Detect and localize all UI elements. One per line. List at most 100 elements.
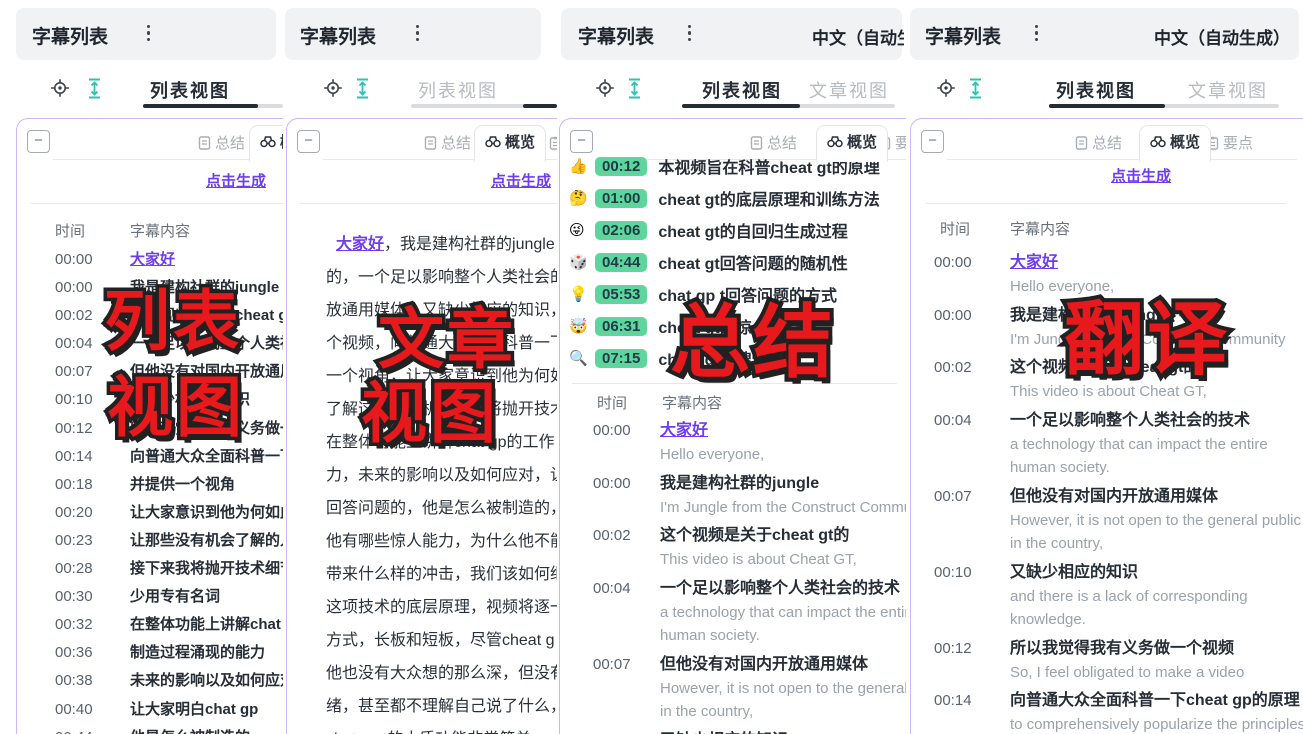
subtab-summary[interactable]: 总结 xyxy=(198,132,245,153)
tab-list-view[interactable]: 列表视图 xyxy=(418,77,498,103)
subtab-keypoints[interactable]: 要点 xyxy=(549,132,557,153)
transcript-line[interactable]: 大家好，我是建构社群的jungle xyxy=(326,228,557,261)
subtitle-row[interactable]: 00:00 大家好 xyxy=(0,246,283,274)
kebab-menu-icon[interactable] xyxy=(416,25,419,41)
subtitle-time: 00:04 xyxy=(934,408,986,480)
red-annotation-line: 视图 xyxy=(361,372,499,455)
subtitle-row[interactable]: 00:10 又缺少相应的知识 xyxy=(557,728,906,734)
subtab-overview[interactable]: 概览 xyxy=(249,125,283,162)
language-label[interactable]: 中文（自动生成） xyxy=(812,24,904,49)
collapse-button[interactable]: − xyxy=(27,130,50,153)
transcript-line[interactable]: 这项技术的底层原理，视频将逐一 xyxy=(326,591,557,624)
column-time: 时间 xyxy=(940,218,970,239)
transcript-line[interactable]: 方式，长板和短板，尽管cheat g xyxy=(326,624,557,657)
clipboard-icon xyxy=(549,136,557,150)
subtitle-text-zh: 这个视频是关于cheat gt的 xyxy=(660,523,906,548)
expand-vertical-icon[interactable] xyxy=(968,78,983,99)
subtitle-row[interactable]: 00:28 接下来我将抛开技术细节 xyxy=(0,555,283,583)
subtitle-row[interactable]: 00:00 大家好 Hello everyone, xyxy=(557,418,906,467)
subtitle-row[interactable]: 00:44 他是怎么被制造的 xyxy=(0,724,283,734)
subtitle-row[interactable]: 00:18 并提供一个视角 xyxy=(0,471,283,499)
subtitle-text-en: I'm Jungle from the Construct Community xyxy=(660,496,906,520)
collapse-button[interactable]: − xyxy=(297,130,320,153)
generate-link[interactable]: 点击生成 xyxy=(491,170,551,191)
subtitle-row[interactable]: 00:04 一个足以影响整个人类社会的技术 a technology that … xyxy=(906,408,1303,480)
subtab-keypoints[interactable]: 要点 xyxy=(1206,132,1253,153)
subtitle-text-en: to comprehensively popularize the princi… xyxy=(1010,713,1303,734)
locate-icon[interactable] xyxy=(50,78,70,98)
locate-icon[interactable] xyxy=(595,78,615,98)
subtitle-header-bar: 字幕列表 xyxy=(16,8,276,60)
document-icon xyxy=(1075,136,1088,150)
subtitle-row[interactable]: 00:10 又缺少相应的知识 and there is a lack of co… xyxy=(906,560,1303,632)
subtab-overview[interactable]: 概览 xyxy=(816,125,888,162)
tab-article-view[interactable]: 文章视图 xyxy=(1188,77,1268,103)
expand-vertical-icon[interactable] xyxy=(355,78,370,99)
kebab-menu-icon[interactable] xyxy=(688,25,691,41)
kebab-menu-icon[interactable] xyxy=(1035,25,1038,41)
subtitle-row[interactable]: 00:00 我是建构社群的jungle I'm Jungle from the … xyxy=(557,471,906,520)
chapter-time-chip[interactable]: 06:31 xyxy=(595,317,647,336)
tab-list-view[interactable]: 列表视图 xyxy=(1056,77,1136,103)
generate-link[interactable]: 点击生成 xyxy=(206,170,266,191)
transcript-line[interactable]: 绪，甚至都不理解自己说了什么， xyxy=(326,690,557,723)
generate-link[interactable]: 点击生成 xyxy=(1111,165,1171,186)
transcript-line[interactable]: 力，未来的影响以及如何应对，让 xyxy=(326,459,557,492)
transcript-line[interactable]: 他也没有大众想的那么深，但没有 xyxy=(326,657,557,690)
subtitle-time: 00:44 xyxy=(55,724,130,734)
subtitle-row[interactable]: 00:32 在整体功能上讲解chat gp xyxy=(0,611,283,639)
transcript-link[interactable]: 大家好 xyxy=(336,236,384,253)
chapter-time-chip[interactable]: 05:53 xyxy=(595,285,647,304)
subtitle-row[interactable]: 00:23 让那些没有机会了解的人 xyxy=(0,527,283,555)
tab-list-view[interactable]: 列表视图 xyxy=(702,77,782,103)
subtitle-time: 00:02 xyxy=(593,523,640,572)
locate-icon[interactable] xyxy=(323,78,343,98)
panel-title: 字幕列表 xyxy=(925,22,1001,49)
subtitle-row[interactable]: 00:14 向普通大众全面科普一下cheat gp的原理 to comprehe… xyxy=(906,688,1303,734)
transcript-line[interactable]: 他有哪些惊人能力，为什么他不能 xyxy=(326,525,557,558)
subtitle-time: 00:36 xyxy=(55,639,130,667)
panel-summary-generated: 字幕列表 中文（自动生成） 列表视图 文章视图 − 总结 概览 要点 👍 00:… xyxy=(557,0,906,734)
expand-vertical-icon[interactable] xyxy=(627,78,642,99)
subtitle-row[interactable]: 00:38 未来的影响以及如何应对 xyxy=(0,667,283,695)
chapter-chip-row[interactable]: 😜 02:06 cheat gt的自回归生成过程 xyxy=(569,214,906,246)
subtitle-row[interactable]: 00:04 一个足以影响整个人类社会的技术 a technology that … xyxy=(557,576,906,648)
transcript-line[interactable]: chat gp t的本质功能非常简单 xyxy=(326,723,557,734)
tab-list-view[interactable]: 列表视图 xyxy=(150,77,230,103)
subtitle-time: 00:07 xyxy=(934,484,986,556)
subtab-overview[interactable]: 概览 xyxy=(1139,125,1211,162)
chapter-time-chip[interactable]: 07:15 xyxy=(595,349,647,368)
chapter-chip-row[interactable]: 🎲 04:44 cheat gt回答问题的随机性 xyxy=(569,246,906,278)
subtab-summary[interactable]: 总结 xyxy=(1075,132,1122,153)
subtitle-row[interactable]: 00:07 但他没有对国内开放通用媒体 However, it is not o… xyxy=(557,652,906,724)
language-label[interactable]: 中文（自动生成） xyxy=(1154,24,1290,49)
subtitle-text: 接下来我将抛开技术细节 xyxy=(130,555,283,583)
subtitle-row[interactable]: 00:07 但他没有对国内开放通用媒体 However, it is not o… xyxy=(906,484,1303,556)
subtab-summary[interactable]: 总结 xyxy=(424,132,471,153)
transcript-line[interactable]: 的，一个足以影响整个人类社会的 xyxy=(326,261,557,294)
locate-icon[interactable] xyxy=(936,78,956,98)
subtitle-text-zh: 但他没有对国内开放通用媒体 xyxy=(1010,484,1303,509)
binoculars-icon xyxy=(827,135,843,148)
subtitle-time: 00:30 xyxy=(55,583,130,611)
kebab-menu-icon[interactable] xyxy=(147,25,150,41)
subtitle-row[interactable]: 00:20 让大家意识到他为何如此 xyxy=(0,499,283,527)
expand-vertical-icon[interactable] xyxy=(87,78,102,99)
subtab-overview[interactable]: 概览 xyxy=(474,125,546,162)
transcript-line[interactable]: 回答问题的，他是怎么被制造的， xyxy=(326,492,557,525)
transcript-line[interactable]: 带来什么样的冲击，我们该如何继 xyxy=(326,558,557,591)
chapter-chip-row[interactable]: 🤔 01:00 cheat gt的底层原理和训练方法 xyxy=(569,182,906,214)
subtitle-text: 大家好 xyxy=(130,246,283,274)
subtitle-row[interactable]: 00:12 所以我觉得我有义务做一个视频 So, I feel obligate… xyxy=(906,636,1303,685)
subtitle-row[interactable]: 00:02 这个视频是关于cheat gt的 This video is abo… xyxy=(557,523,906,572)
subtitle-row[interactable]: 00:30 少用专有名词 xyxy=(0,583,283,611)
collapse-button[interactable]: − xyxy=(921,130,944,153)
chapter-time-chip[interactable]: 04:44 xyxy=(595,253,647,272)
chapter-time-chip[interactable]: 02:06 xyxy=(595,221,647,240)
subtitle-row[interactable]: 00:40 让大家明白chat gp xyxy=(0,696,283,724)
subtitle-row[interactable]: 00:36 制造过程涌现的能力 xyxy=(0,639,283,667)
chapter-time-chip[interactable]: 00:12 xyxy=(595,157,647,176)
tab-article-view[interactable]: 文章视图 xyxy=(809,77,889,103)
chapter-time-chip[interactable]: 01:00 xyxy=(595,189,647,208)
four-panel-screenshot: 字幕列表 列表视图 − 总结 概览 点击生成 时间 字幕内容 00:00 大家好… xyxy=(0,0,1303,734)
